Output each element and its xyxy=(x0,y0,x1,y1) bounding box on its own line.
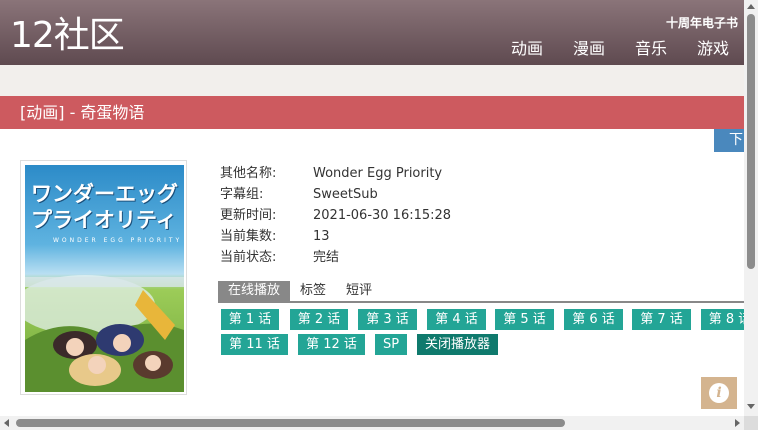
episode-button[interactable]: 第 6 话 xyxy=(564,309,623,330)
episode-button-sp[interactable]: SP xyxy=(375,334,407,355)
info-row-alt-name: 其他名称: Wonder Egg Priority xyxy=(220,163,451,184)
vertical-scroll-thumb[interactable] xyxy=(747,14,755,269)
info-row-subgroup: 字幕组: SweetSub xyxy=(220,184,451,205)
site-header: 12社区 十周年电子书 动画 漫画 音乐 游戏 xyxy=(0,0,744,65)
download-tab[interactable]: 下 xyxy=(714,129,744,152)
main-nav: 动画 漫画 音乐 游戏 xyxy=(496,38,744,60)
header-spacer xyxy=(0,65,744,96)
close-player-button[interactable]: 关闭播放器 xyxy=(417,334,498,355)
info-icon: i xyxy=(709,383,729,403)
poster-title-line1: ワンダーエッグ xyxy=(31,182,178,206)
tab-online-play[interactable]: 在线播放 xyxy=(218,281,291,301)
scroll-left-arrow-icon[interactable] xyxy=(4,419,9,427)
poster-title-line2: プライオリティ xyxy=(31,208,177,232)
info-row-status: 当前状态: 完结 xyxy=(220,247,451,268)
tab-short-reviews[interactable]: 短评 xyxy=(336,281,382,301)
info-label: 其他名称: xyxy=(220,166,277,181)
scroll-down-arrow-icon[interactable] xyxy=(747,404,755,409)
site-logo[interactable]: 12社区 xyxy=(10,14,125,58)
horizontal-scroll-thumb[interactable] xyxy=(16,419,565,427)
info-label: 当前状态: xyxy=(220,250,277,265)
poster-title: ワンダーエッグ プライオリティ xyxy=(31,181,178,233)
nav-music[interactable]: 音乐 xyxy=(635,38,667,60)
nav-games[interactable]: 游戏 xyxy=(697,38,729,60)
nav-anime[interactable]: 动画 xyxy=(511,38,543,60)
episode-button[interactable]: 第 3 话 xyxy=(358,309,417,330)
episode-button[interactable]: 第 5 话 xyxy=(495,309,554,330)
page-viewport: 12社区 十周年电子书 动画 漫画 音乐 游戏 [动画] - 奇蛋物语 下 ワン… xyxy=(0,0,744,416)
tab-tags[interactable]: 标签 xyxy=(290,281,336,301)
episode-button[interactable]: 第 12 话 xyxy=(298,334,365,355)
scrollbar-corner xyxy=(744,416,758,430)
page-title: [动画] - 奇蛋物语 xyxy=(0,96,744,129)
info-label: 字幕组: xyxy=(220,187,264,202)
info-button[interactable]: i xyxy=(701,377,737,409)
info-value: 2021-06-30 16:15:28 xyxy=(313,208,452,223)
info-value: 13 xyxy=(313,229,330,244)
episode-button[interactable]: 第 2 话 xyxy=(290,309,348,330)
scroll-right-arrow-icon[interactable] xyxy=(735,419,740,427)
scroll-up-arrow-icon[interactable] xyxy=(747,4,755,9)
episode-button[interactable]: 第 7 话 xyxy=(632,309,691,330)
episode-button[interactable]: 第 8 话 xyxy=(701,309,744,330)
info-label: 更新时间: xyxy=(220,208,277,223)
info-value: SweetSub xyxy=(313,187,378,202)
info-row-episodes: 当前集数: 13 xyxy=(220,226,451,247)
info-label: 当前集数: xyxy=(220,229,277,244)
episode-button[interactable]: 第 4 话 xyxy=(427,309,486,330)
episode-button[interactable]: 第 1 话 xyxy=(221,309,279,330)
info-list: 其他名称: Wonder Egg Priority 字幕组: SweetSub … xyxy=(220,163,451,268)
nav-manga[interactable]: 漫画 xyxy=(573,38,605,60)
poster-frame: ワンダーエッグ プライオリティ WONDER EGG PRIORITY xyxy=(20,160,187,395)
info-value: 完结 xyxy=(313,250,340,265)
anniversary-ebook-link[interactable]: 十周年电子书 xyxy=(666,14,738,31)
episode-button[interactable]: 第 11 话 xyxy=(221,334,288,355)
info-value: Wonder Egg Priority xyxy=(313,166,443,181)
detail-tabs: 在线播放 标签 短评 xyxy=(218,281,744,303)
poster-image: ワンダーエッグ プライオリティ WONDER EGG PRIORITY xyxy=(25,165,184,392)
poster-subtitle: WONDER EGG PRIORITY xyxy=(53,237,183,244)
vertical-scrollbar[interactable] xyxy=(744,0,758,416)
info-row-updated: 更新时间: 2021-06-30 16:15:28 xyxy=(220,205,451,226)
horizontal-scrollbar[interactable] xyxy=(0,416,744,430)
